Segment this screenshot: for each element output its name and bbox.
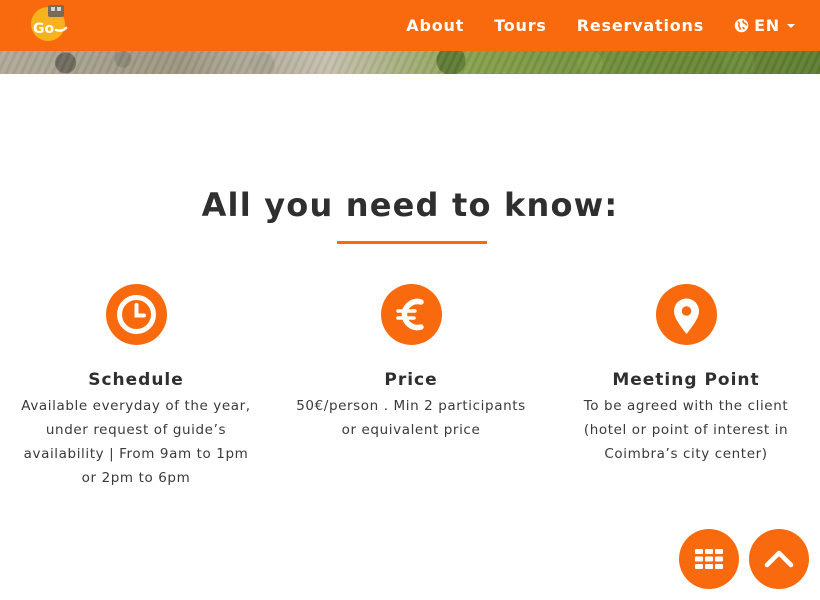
feature-line: under request of guide’s: [45, 422, 227, 438]
feature-title: Schedule: [88, 370, 184, 390]
navbar: Go About Tours Reservations EN: [0, 0, 820, 51]
feature-schedule: Schedule Available everyday of the year,…: [11, 284, 261, 490]
feature-line: or equivalent price: [341, 422, 481, 438]
feature-description: To be agreed with the client (hotel or p…: [561, 394, 811, 466]
feature-line: 50€/person . Min 2 participants: [296, 398, 526, 414]
menu-button[interactable]: [679, 529, 739, 589]
back-to-top-button[interactable]: [749, 529, 809, 589]
nav-tours[interactable]: Tours: [494, 16, 547, 35]
feature-line: (hotel or point of interest in: [583, 422, 789, 438]
language-dropdown[interactable]: EN: [734, 16, 795, 35]
logo-text: Go: [33, 21, 54, 37]
feature-line: availability | From 9am to 1pm: [23, 446, 249, 462]
nav-about[interactable]: About: [406, 16, 464, 35]
feature-description: 50€/person . Min 2 participants or equiv…: [286, 394, 536, 442]
language-label: EN: [754, 16, 780, 35]
feature-price: Price 50€/person . Min 2 participants or…: [286, 284, 536, 442]
feature-line: or 2pm to 6pm: [81, 470, 191, 486]
nav-reservations[interactable]: Reservations: [577, 16, 704, 35]
feature-title: Meeting Point: [612, 370, 760, 390]
grid-icon: [695, 549, 723, 569]
feature-title: Price: [384, 370, 438, 390]
main-nav: About Tours Reservations EN: [391, 0, 810, 51]
feature-description: Available everyday of the year, under re…: [11, 394, 261, 490]
clock-icon: [105, 284, 167, 345]
title-underline: [337, 241, 487, 244]
feature-line: To be agreed with the client: [583, 398, 789, 414]
site-logo[interactable]: Go: [26, 2, 74, 42]
feature-meeting-point: Meeting Point To be agreed with the clie…: [561, 284, 811, 466]
caret-down-icon: [787, 23, 795, 28]
section-title: All you need to know:: [201, 186, 619, 224]
euro-icon: [380, 284, 442, 345]
feature-line: Coimbra’s city center): [604, 446, 768, 462]
globe-icon: [734, 18, 749, 33]
logo-graphic: Go: [31, 5, 68, 41]
chevron-up-icon: [764, 550, 794, 568]
map-pin-icon: [655, 284, 717, 345]
feature-line: Available everyday of the year,: [21, 398, 251, 414]
